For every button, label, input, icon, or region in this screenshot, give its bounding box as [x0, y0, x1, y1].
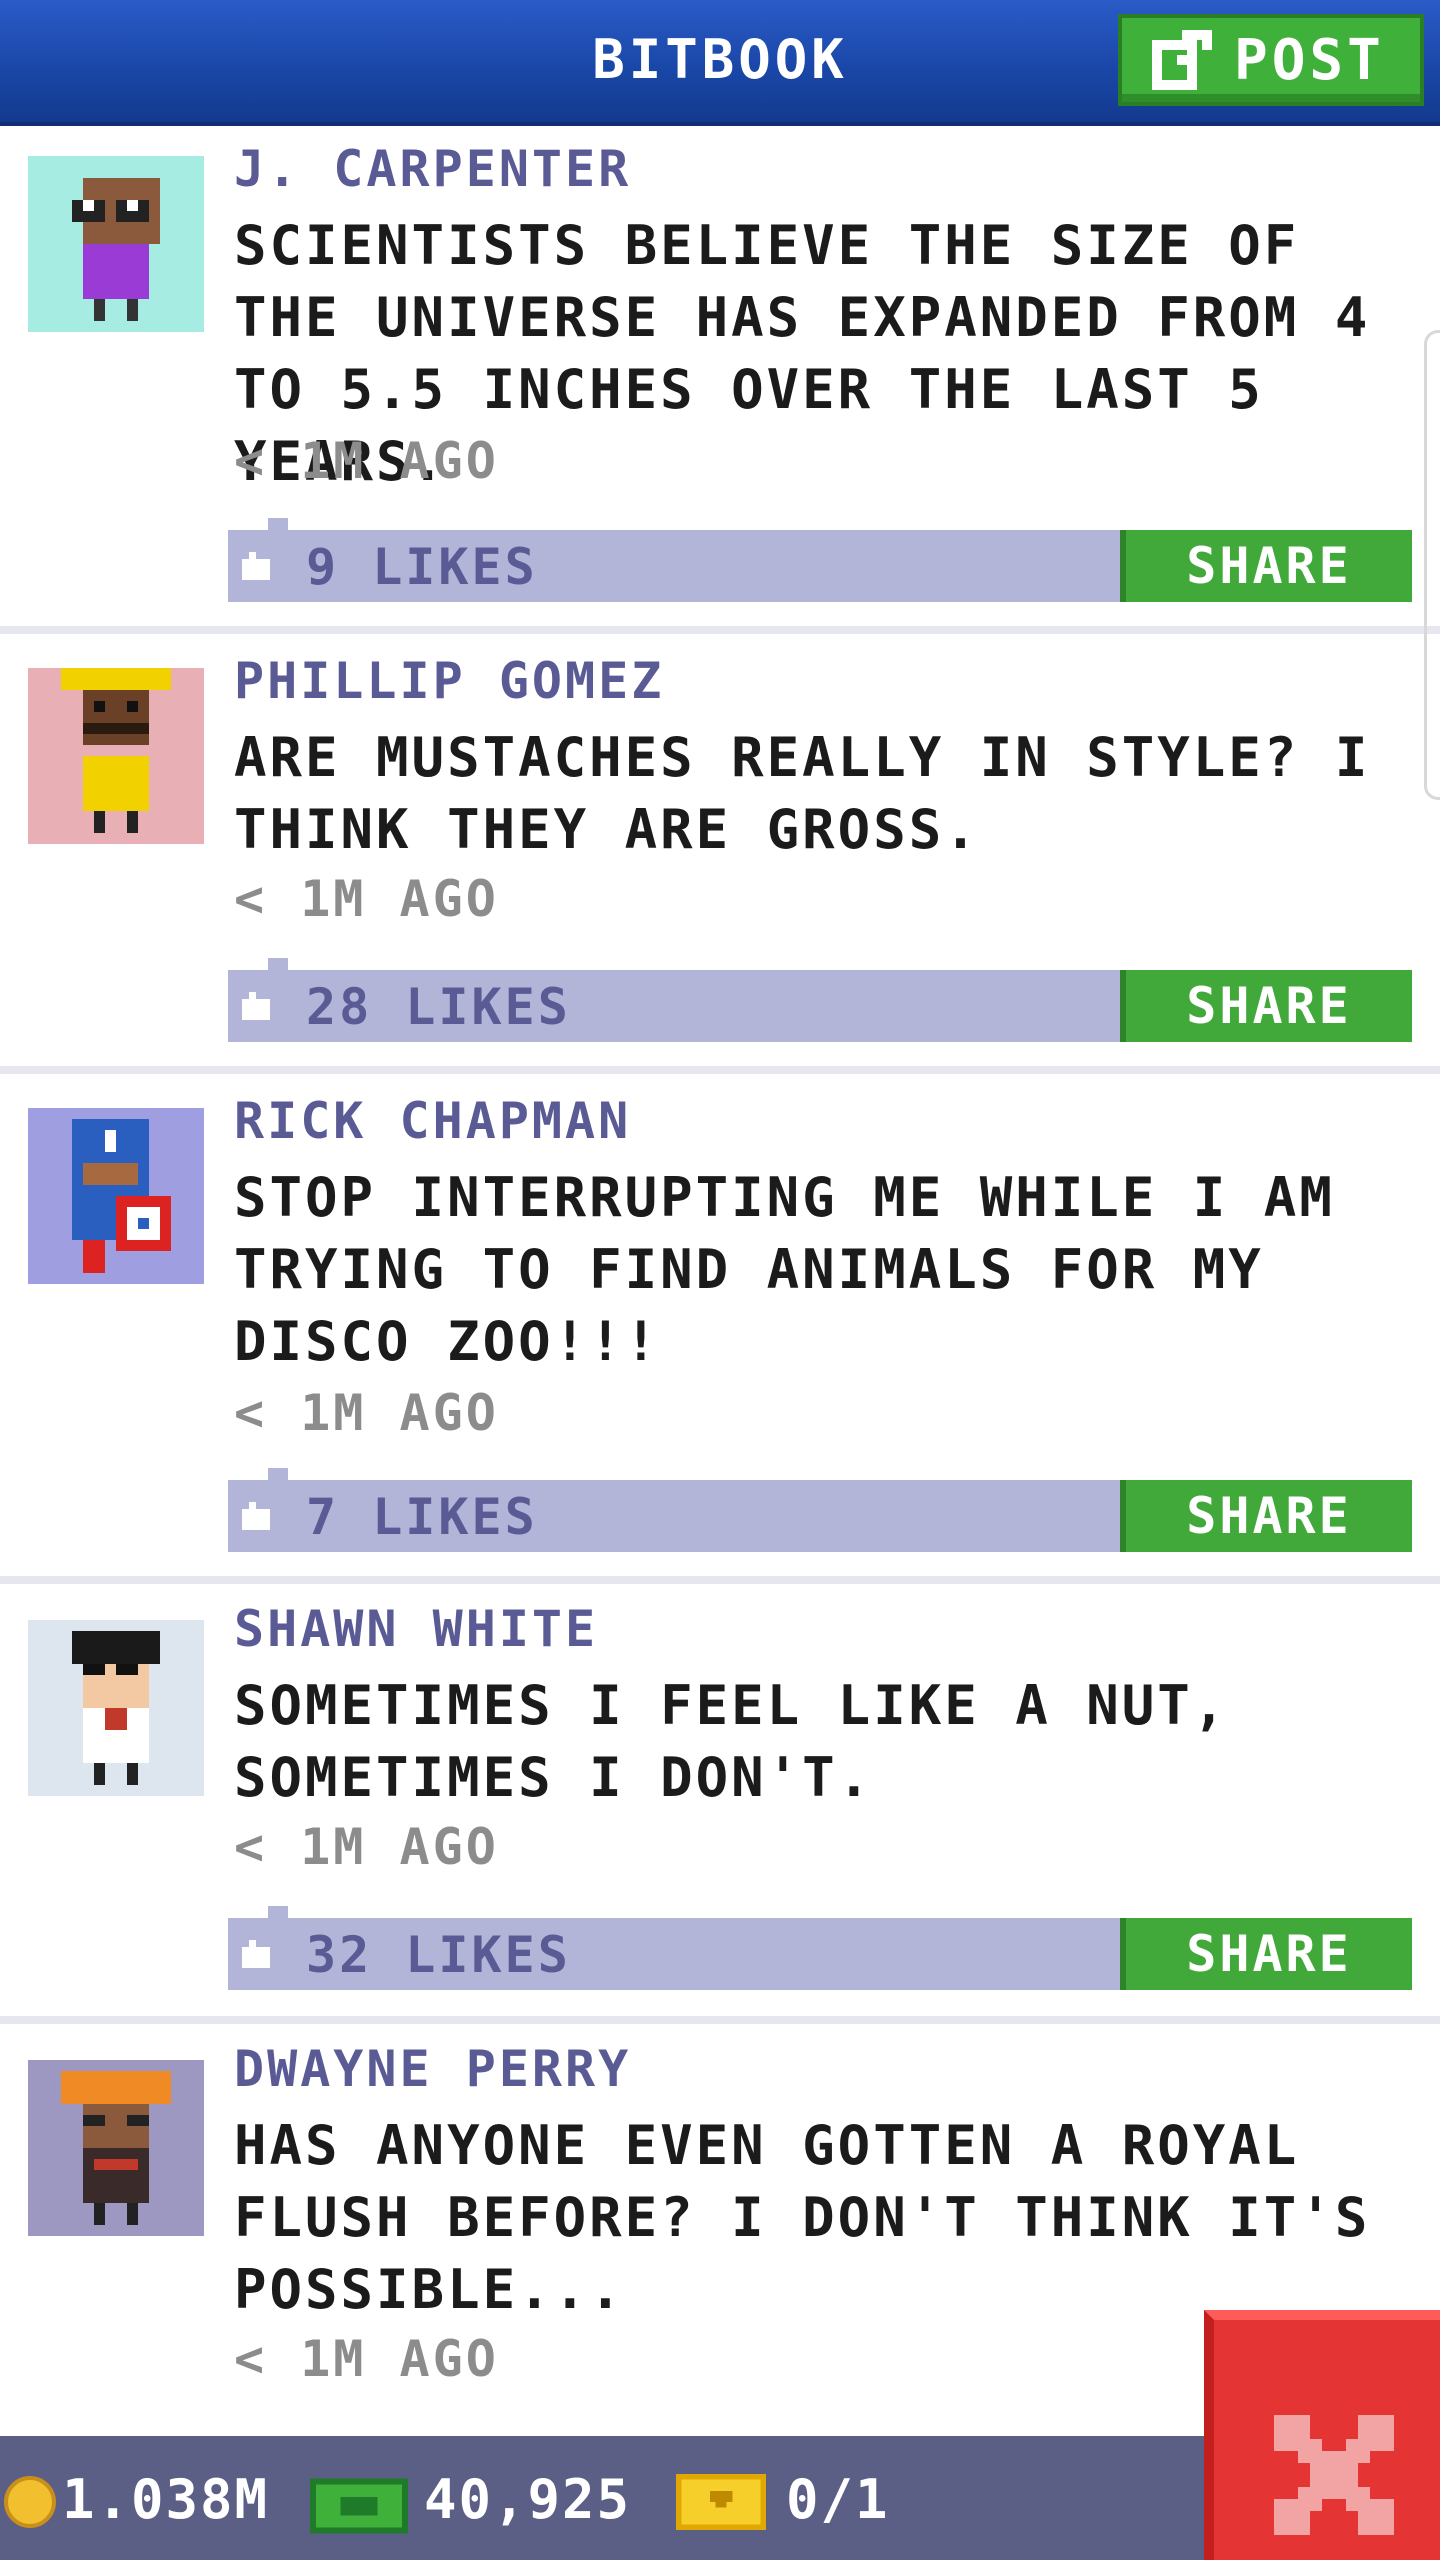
bux-value: 40,925	[424, 2468, 632, 2531]
avatar[interactable]	[28, 668, 204, 844]
feed-post: RICK CHAPMAN STOP INTERRUPTING ME WHILE …	[0, 1074, 1440, 1584]
post-author[interactable]: DWAYNE PERRY	[234, 2040, 631, 2098]
post-time: < 1M AGO	[234, 2330, 499, 2388]
coins-value: 1.038M	[62, 2468, 270, 2531]
likes-count: 9 LIKES	[306, 538, 538, 596]
post-author[interactable]: PHILLIP GOMEZ	[234, 652, 664, 710]
share-button[interactable]: SHARE	[1120, 530, 1412, 602]
post-button[interactable]: POST	[1118, 14, 1424, 106]
post-author[interactable]: RICK CHAPMAN	[234, 1092, 631, 1150]
post-author[interactable]: SHAWN WHITE	[234, 1600, 598, 1658]
edit-icon	[1152, 30, 1212, 90]
post-message: STOP INTERRUPTING ME WHILE I AM TRYING T…	[234, 1166, 1335, 1373]
feed-post: J. CARPENTER SCIENTISTS BELIEVE THE SIZE…	[0, 126, 1440, 634]
likes-bar: 7 LIKES SHARE	[228, 1468, 1412, 1552]
close-icon	[1274, 2415, 1394, 2535]
share-button[interactable]: SHARE	[1120, 970, 1412, 1042]
tickets-value: 0/1	[786, 2468, 890, 2531]
post-button-label: POST	[1234, 27, 1385, 93]
thumbs-up-icon[interactable]	[242, 1940, 270, 1968]
likes-count: 7 LIKES	[306, 1488, 538, 1546]
post-time: < 1M AGO	[234, 870, 499, 928]
post-time: < 1M AGO	[234, 1818, 499, 1876]
avatar[interactable]	[28, 2060, 204, 2236]
likes-count: 28 LIKES	[306, 978, 571, 1036]
thumbs-up-icon[interactable]	[242, 992, 270, 1020]
likes-count: 32 LIKES	[306, 1926, 571, 1984]
scrollbar[interactable]	[1424, 330, 1440, 800]
post-message: SOMETIMES I FEEL LIKE A NUT, SOMETIMES I…	[234, 1674, 1229, 1809]
post-time: < 1M AGO	[234, 432, 499, 490]
close-button[interactable]	[1204, 2310, 1440, 2560]
app-header: BITBOOK POST	[0, 0, 1440, 126]
thumbs-up-icon[interactable]	[242, 552, 270, 580]
post-author[interactable]: J. CARPENTER	[234, 140, 631, 198]
feed-post: SHAWN WHITE SOMETIMES I FEEL LIKE A NUT,…	[0, 1584, 1440, 2024]
avatar-icon	[28, 1108, 204, 1284]
feed-post: PHILLIP GOMEZ ARE MUSTACHES REALLY IN ST…	[0, 634, 1440, 1074]
avatar[interactable]	[28, 1108, 204, 1284]
ticket-icon	[676, 2473, 766, 2531]
likes-bar: 28 LIKES SHARE	[228, 958, 1412, 1042]
avatar[interactable]	[28, 1620, 204, 1796]
thumbs-up-icon[interactable]	[242, 1502, 270, 1530]
avatar[interactable]	[28, 156, 204, 332]
post-message: HAS ANYONE EVEN GOTTEN A ROYAL FLUSH BEF…	[234, 2114, 1371, 2321]
avatar-icon	[28, 156, 204, 332]
post-message: ARE MUSTACHES REALLY IN STYLE? I THINK T…	[234, 726, 1371, 861]
likes-bar: 9 LIKES SHARE	[228, 518, 1412, 602]
avatar-icon	[28, 1620, 204, 1796]
likes-bar: 32 LIKES SHARE	[228, 1906, 1412, 1990]
share-button[interactable]: SHARE	[1120, 1480, 1412, 1552]
avatar-icon	[28, 2060, 204, 2236]
avatar-icon	[28, 668, 204, 844]
bux-icon	[310, 2478, 408, 2534]
post-time: < 1M AGO	[234, 1384, 499, 1442]
share-button[interactable]: SHARE	[1120, 1918, 1412, 1990]
coin-icon	[4, 2476, 56, 2528]
